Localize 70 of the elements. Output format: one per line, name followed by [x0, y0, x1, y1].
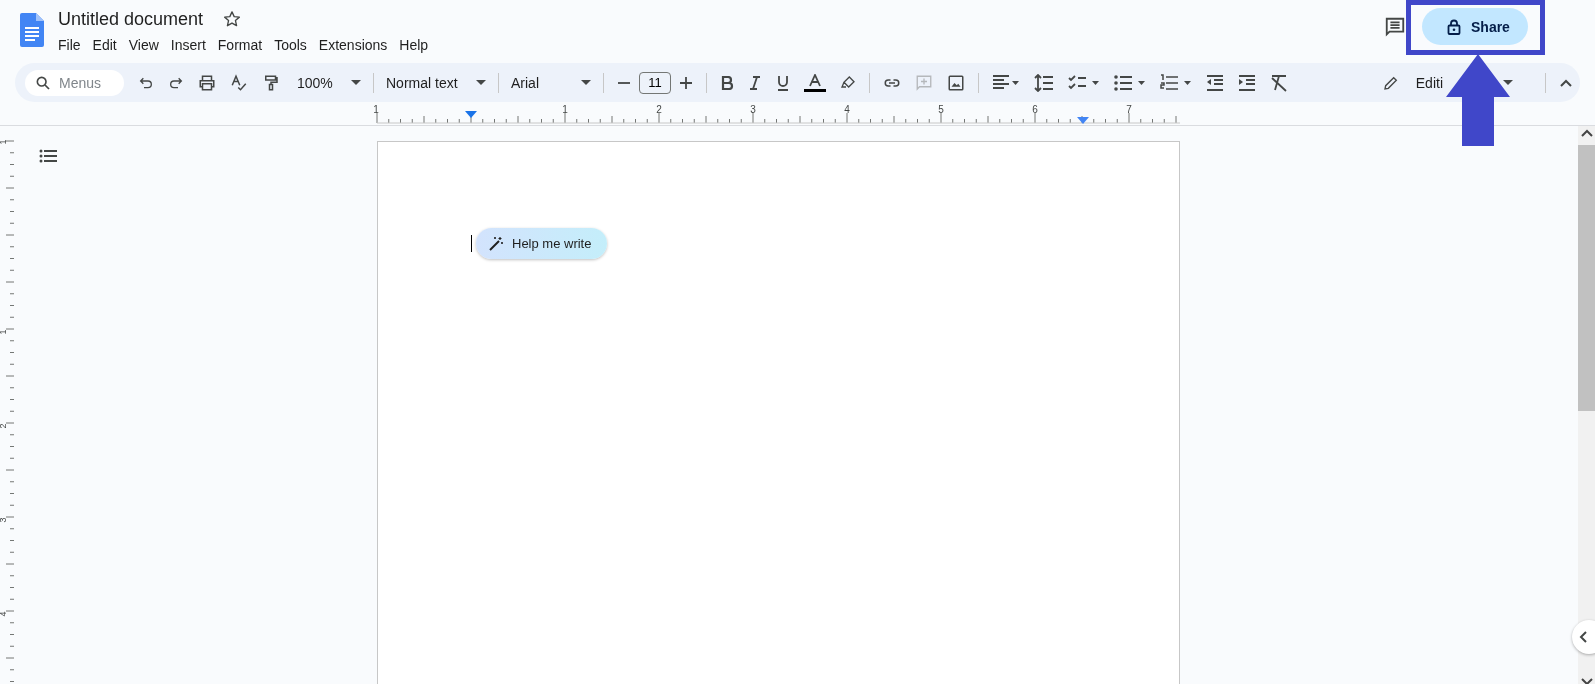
font-dropdown[interactable]: Arial	[505, 68, 597, 97]
font-size-field[interactable]: 11	[639, 71, 671, 94]
menu-item[interactable]: Extensions	[312, 34, 394, 56]
menu-item[interactable]: Edit	[86, 34, 123, 56]
document-page[interactable]: Help me write	[377, 141, 1180, 684]
magic-wand-icon	[488, 235, 504, 252]
document-title[interactable]: Untitled document	[58, 7, 204, 31]
checklist-icon[interactable]	[1068, 73, 1100, 92]
ruler-number: 3	[0, 517, 8, 523]
left-indent-marker[interactable]	[465, 111, 477, 118]
menu-item[interactable]: File	[52, 34, 87, 56]
underline-icon[interactable]	[776, 74, 790, 91]
lock-icon	[1447, 18, 1461, 35]
scrollbar-thumb[interactable]	[1578, 145, 1595, 411]
scrollbar[interactable]	[1578, 126, 1595, 684]
text-cursor	[471, 235, 472, 252]
zoom-dropdown[interactable]: 100%	[291, 68, 367, 97]
scroll-up-icon[interactable]	[1580, 129, 1593, 137]
scroll-down-icon[interactable]	[1580, 678, 1593, 684]
print-icon[interactable]	[198, 73, 216, 92]
share-button[interactable]: Share	[1422, 8, 1528, 45]
ruler-number: 4	[844, 104, 850, 115]
highlighter-icon[interactable]	[840, 74, 856, 91]
ruler-number: 1	[0, 329, 8, 335]
ruler-number: 7	[1126, 104, 1132, 115]
outline-icon[interactable]	[39, 148, 59, 164]
right-indent-marker[interactable]	[1077, 117, 1089, 124]
numbered-list-icon[interactable]	[1160, 73, 1192, 92]
ruler-number: 1	[0, 139, 8, 145]
menu-item[interactable]: Insert	[164, 34, 212, 56]
caret-icon[interactable]	[1503, 80, 1513, 85]
caret-icon	[476, 80, 486, 85]
chevron-left-icon	[1579, 631, 1587, 643]
star-icon[interactable]	[223, 10, 242, 28]
ruler-number: 2	[0, 423, 8, 429]
style-dropdown[interactable]: Normal text	[380, 68, 492, 97]
plus-icon[interactable]	[679, 75, 693, 90]
ruler-number: 2	[656, 104, 662, 115]
bulleted-list-icon[interactable]	[1114, 73, 1146, 92]
text-color-icon[interactable]	[804, 73, 826, 92]
menu-item[interactable]: Help	[393, 34, 435, 56]
bold-icon[interactable]	[720, 75, 734, 90]
decrease-indent-icon[interactable]	[1206, 73, 1224, 92]
spellcheck-icon[interactable]	[230, 73, 248, 92]
paint-format-icon[interactable]	[262, 73, 280, 92]
ruler-number: 5	[938, 104, 944, 115]
chevron-up-icon[interactable]	[1559, 77, 1573, 88]
menu-item[interactable]: View	[122, 34, 165, 56]
ruler-number: 1	[373, 104, 379, 115]
line-spacing-icon[interactable]	[1034, 73, 1054, 92]
image-icon[interactable]	[947, 73, 965, 92]
menu-item[interactable]: Format	[211, 34, 269, 56]
align-left-icon[interactable]	[992, 73, 1020, 92]
clear-formatting-icon[interactable]	[1270, 73, 1288, 92]
pencil-icon[interactable]	[1382, 74, 1399, 91]
ruler-number: 6	[1032, 104, 1038, 115]
caret-icon	[351, 80, 361, 85]
editing-mode-dropdown[interactable]: Editi	[1405, 68, 1445, 97]
comments-icon[interactable]	[1384, 15, 1406, 38]
search-icon	[35, 74, 51, 91]
increase-indent-icon[interactable]	[1238, 73, 1256, 92]
ruler-number: 3	[750, 104, 756, 115]
menu-search-field[interactable]: Menus	[25, 69, 124, 96]
italic-icon[interactable]	[748, 75, 762, 90]
help-me-write-button[interactable]: Help me write	[476, 228, 608, 259]
caret-icon	[581, 80, 591, 85]
menu-item[interactable]: Tools	[268, 34, 313, 56]
docs-logo-icon[interactable]	[20, 13, 44, 47]
ruler-number: 1	[562, 104, 568, 115]
ruler-number: 4	[0, 611, 8, 617]
